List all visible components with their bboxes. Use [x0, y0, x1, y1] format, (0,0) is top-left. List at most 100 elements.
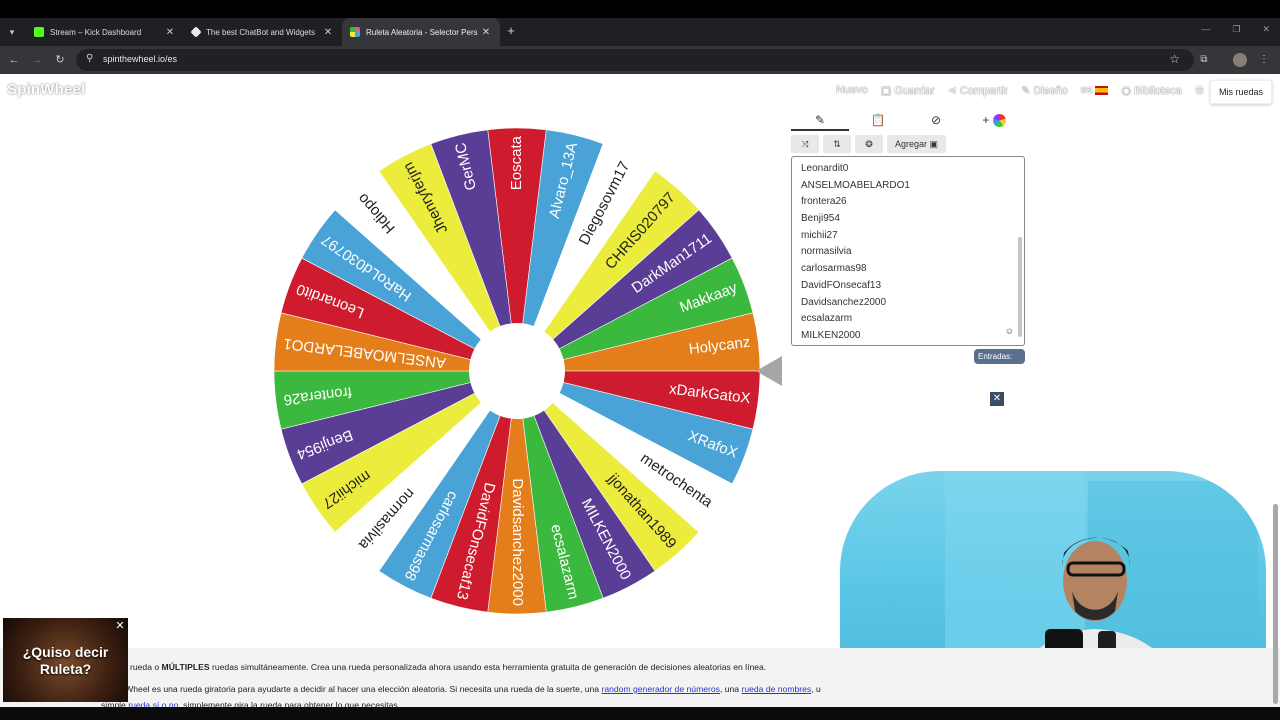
tab-ruleta[interactable]: Ruleta Aleatoria - Selector Pers ✕ [342, 18, 500, 46]
entries-scrollbar[interactable] [1018, 237, 1022, 337]
omnibox[interactable]: ⚲ spinthewheel.io/es ☆ [76, 49, 1194, 71]
profile-avatar[interactable] [1233, 53, 1247, 67]
language-selector[interactable]: es [1081, 84, 1109, 97]
new-tab-button[interactable]: + [503, 23, 519, 39]
my-wheels-button[interactable]: Mis ruedas [1210, 80, 1272, 104]
url-text[interactable]: spinthewheel.io/es [103, 54, 177, 64]
language-code: es [1080, 84, 1093, 96]
name-wheel-link[interactable]: rueda de nombres [741, 684, 811, 694]
shuffle-button[interactable]: ⤨ [791, 135, 819, 153]
desc2-post: , u [811, 684, 821, 694]
spain-flag-icon [1095, 85, 1109, 95]
bottom-bezel [0, 707, 1280, 720]
tab-add-wheel-icon[interactable]: + [965, 109, 1023, 131]
entry-item[interactable]: frontera26 [801, 194, 1024, 211]
chatbot-favicon-icon [190, 26, 202, 38]
description-line-2: e Wheel es una rueda giratoria para ayud… [118, 684, 821, 694]
promo-text: ¿Quiso decir Ruleta? [22, 644, 109, 677]
menu-icon[interactable]: ⋮ [1257, 53, 1271, 67]
tab-bar: ▾ Stream – Kick Dashboard ✕ The best Cha… [0, 18, 1280, 46]
desc1-pre: rueda o [130, 662, 162, 672]
nav-save[interactable]: ▣ Guardar [881, 84, 935, 97]
tab-title: The best ChatBot and Widgets [206, 27, 315, 37]
close-ad-icon[interactable]: ✕ [990, 392, 1004, 406]
site-logo[interactable]: SpinWheel [7, 81, 85, 98]
nav-new[interactable]: Nuevo [836, 84, 868, 97]
wheel-svg[interactable]: Eoscata Alvaro_13ADiegosovm17CHRIS020797D… [272, 126, 762, 616]
settings-gear-icon[interactable]: ⚙ [1195, 84, 1205, 97]
nav-design-label: Diseño [1033, 85, 1068, 97]
tab-results-clipboard-icon[interactable]: 📋 [849, 109, 907, 131]
color-wheel-icon [992, 114, 1006, 128]
bookmark-star-icon[interactable]: ☆ [1169, 52, 1180, 66]
tab-search-icon[interactable]: ▾ [4, 24, 20, 40]
entry-item[interactable]: Leonardit0 [801, 161, 1024, 178]
tab-title: Ruleta Aleatoria - Selector Pers [366, 27, 478, 37]
kick-favicon-icon [34, 27, 44, 37]
number-generator-link[interactable]: random generador de números [601, 684, 719, 694]
panel-tabs: ✎ 📋 ⊘ + [791, 109, 1025, 131]
wheel-favicon-icon [350, 27, 360, 37]
minimize-icon[interactable]: — [1201, 24, 1210, 35]
forward-icon[interactable]: → [30, 53, 44, 67]
entries-count-badge: Entradas: 26 [974, 349, 1025, 376]
nav-share-label: Compartir [959, 85, 1009, 97]
entry-item[interactable]: DavidFOnsecaf13 [801, 278, 1024, 295]
desc1-post: ruedas simultáneamente. Crea una rueda p… [209, 662, 767, 672]
address-bar-row: ← → ↻ ⚲ spinthewheel.io/es ☆ ⧉ ⋮ [0, 46, 1280, 74]
nav-library[interactable]: ◉ Biblioteca [1121, 84, 1181, 97]
tab-hidden-eye-icon[interactable]: ⊘ [907, 109, 965, 131]
window-controls: — ❐ ✕ [1201, 24, 1270, 35]
emoji-icon[interactable]: ☺ [1005, 326, 1014, 336]
wheel-slice-label: Davidsanchez2000 [509, 478, 526, 606]
desc2-mid: , una [719, 684, 742, 694]
wheel-slice-label: Eoscata [508, 135, 525, 190]
tab-kick[interactable]: Stream – Kick Dashboard ✕ [26, 18, 184, 46]
entry-item[interactable]: Davidsanchez2000 [801, 295, 1024, 312]
entry-item[interactable]: MILKEN2000 [801, 328, 1024, 345]
entries-panel: ✎ 📋 ⊘ + ⤨ ⇅ ❂ Agregar ▣ Leonardit0 ANSELM… [791, 109, 1025, 376]
page: SpinWheel Nuevo ▣ Guardar ⋖ Compartir ✎ … [0, 74, 1280, 720]
desc2-pre: e Wheel es una rueda giratoria para ayud… [118, 684, 602, 694]
nav-save-label: Guardar [894, 85, 935, 97]
entry-item[interactable]: ANSELMOABELARDO1 [801, 178, 1024, 195]
tab-title: Stream – Kick Dashboard [50, 27, 142, 37]
tab-edit-pencil-icon[interactable]: ✎ [791, 109, 849, 131]
close-promo-icon[interactable]: ✕ [114, 620, 126, 632]
top-navigation: Nuevo ▣ Guardar ⋖ Compartir ✎ Diseño es … [836, 84, 1205, 97]
wheel-pointer-icon [756, 356, 782, 386]
reload-icon[interactable]: ↻ [53, 53, 67, 67]
desc1-bold: MÚLTIPLES [161, 662, 210, 672]
entry-item[interactable]: normasilvia [801, 244, 1024, 261]
ai-button[interactable]: ❂ [855, 135, 883, 153]
close-tab-icon[interactable]: ✕ [164, 27, 176, 38]
wheel-center-hub[interactable] [469, 323, 565, 419]
nav-design[interactable]: ✎ Diseño [1021, 84, 1068, 97]
nav-share[interactable]: ⋖ Compartir [948, 84, 1009, 97]
close-window-icon[interactable]: ✕ [1262, 24, 1270, 35]
nav-library-label: Biblioteca [1134, 85, 1182, 97]
entries-textarea[interactable]: Leonardit0 ANSELMOABELARDO1 frontera26 Benj… [791, 156, 1025, 346]
entries-toolbar: ⤨ ⇅ ❂ Agregar ▣ [791, 135, 947, 153]
entry-item[interactable]: Benji954 [801, 211, 1024, 228]
add-image-button[interactable]: Agregar ▣ [887, 135, 947, 153]
maximize-icon[interactable]: ❐ [1232, 24, 1240, 35]
entry-item[interactable]: ecsalazarm [801, 311, 1024, 328]
roulette-promo-card[interactable]: ¿Quiso decir Ruleta? ✕ [3, 618, 128, 702]
entry-item[interactable]: carlosarmas98 [801, 261, 1024, 278]
site-info-icon[interactable]: ⚲ [86, 53, 93, 64]
add-image-label: Agregar [895, 139, 928, 149]
entries-list: Leonardit0 ANSELMOABELARDO1 frontera26 Benj… [792, 157, 1024, 345]
page-scrollbar[interactable] [1273, 504, 1278, 704]
description-line-1: rueda o MÚLTIPLES ruedas simultáneamente… [130, 662, 766, 672]
sort-button[interactable]: ⇅ [823, 135, 851, 153]
back-icon[interactable]: ← [7, 53, 21, 67]
spin-wheel[interactable]: Eoscata Alvaro_13A Diegosovm17 CHRIS020797 D… [272, 126, 762, 616]
close-tab-icon[interactable]: ✕ [480, 27, 492, 38]
screen: ▾ Stream – Kick Dashboard ✕ The best Cha… [0, 0, 1280, 720]
extensions-icon[interactable]: ⧉ [1197, 53, 1211, 67]
close-tab-icon[interactable]: ✕ [322, 27, 334, 38]
tab-chatbot[interactable]: The best ChatBot and Widgets ✕ [184, 18, 342, 46]
top-bezel [0, 0, 1280, 18]
entry-item[interactable]: michii27 [801, 228, 1024, 245]
